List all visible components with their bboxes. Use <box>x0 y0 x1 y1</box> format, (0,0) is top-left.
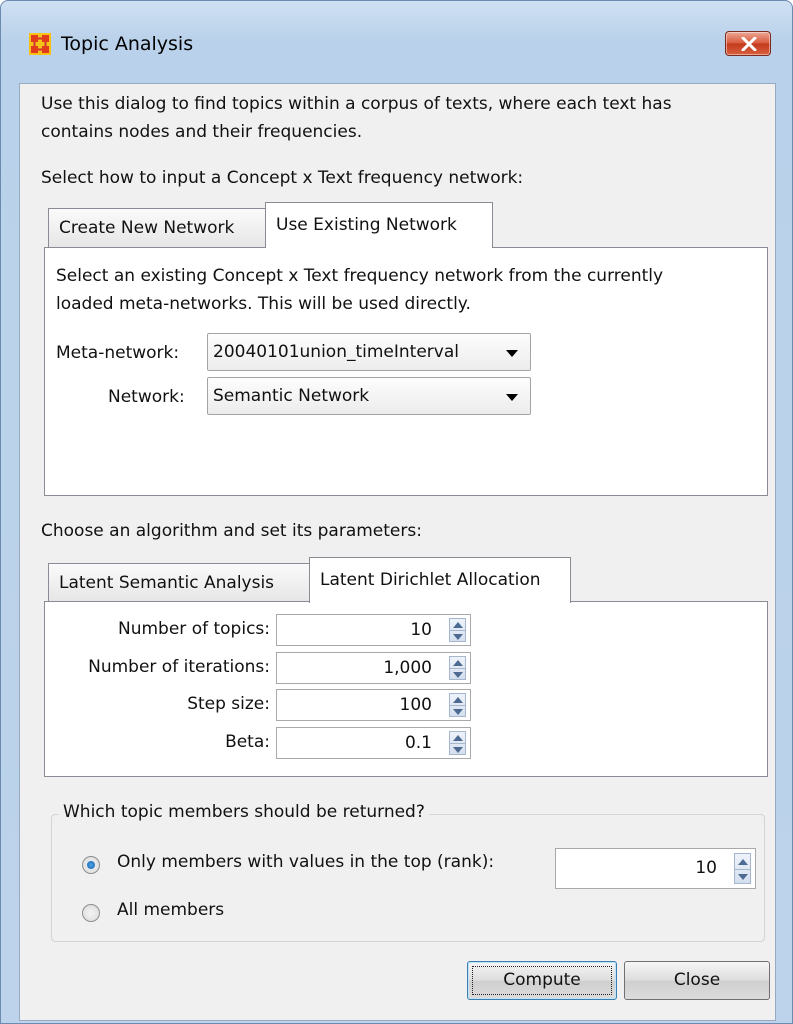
panel-description-line2: loaded meta-networks. This will be used … <box>56 294 471 314</box>
spinner-buttons[interactable] <box>734 853 751 884</box>
close-button[interactable]: Close <box>624 961 770 1000</box>
beta-spinner[interactable]: 0.1 <box>276 727 471 759</box>
number-of-iterations-spinner[interactable]: 1,000 <box>276 652 471 684</box>
chevron-down-icon <box>506 350 518 357</box>
param-label-number-of-topics: Number of topics: <box>118 619 270 639</box>
panel-description-line1: Select an existing Concept x Text freque… <box>56 266 664 286</box>
close-icon <box>741 37 757 51</box>
spinner-value: 10 <box>410 620 432 640</box>
arrow-up-icon <box>453 697 463 703</box>
network-dropdown[interactable]: Semantic Network <box>207 377 531 415</box>
radio-all-members[interactable] <box>82 904 100 922</box>
arrow-up-icon <box>453 660 463 666</box>
intro-text-line2: contains nodes and their frequencies. <box>41 122 363 142</box>
arrow-down-icon <box>453 672 463 678</box>
spinner-value: 10 <box>695 858 717 878</box>
lda-parameters-panel: Number of topics: 10 Number of iteration… <box>44 601 768 777</box>
tab-latent-semantic-analysis[interactable]: Latent Semantic Analysis <box>48 563 310 603</box>
tab-use-existing-network[interactable]: Use Existing Network <box>265 202 493 248</box>
focus-rectangle <box>472 966 612 995</box>
existing-network-panel: Select an existing Concept x Text freque… <box>44 247 768 496</box>
radio-label-only-top-members: Only members with values in the top (ran… <box>117 852 495 872</box>
dialog-window: Topic Analysis Use this dialog to find t… <box>0 0 793 1024</box>
tab-label: Use Existing Network <box>276 215 457 235</box>
chevron-down-icon <box>506 394 518 401</box>
intro-text-line1: Use this dialog to find topics within a … <box>41 94 672 114</box>
spinner-value: 0.1 <box>404 733 432 753</box>
tab-latent-dirichlet-allocation[interactable]: Latent Dirichlet Allocation <box>309 557 571 603</box>
tab-label: Latent Semantic Analysis <box>59 573 275 593</box>
window-close-button[interactable] <box>725 31 771 56</box>
top-rank-spinner[interactable]: 10 <box>555 848 756 889</box>
spinner-value: 100 <box>399 695 432 715</box>
topic-members-legend: Which topic members should be returned? <box>59 802 429 822</box>
arrow-down-icon <box>453 709 463 715</box>
meta-network-label: Meta-network: <box>56 343 180 363</box>
tab-label: Create New Network <box>59 218 235 238</box>
arrow-up-icon <box>453 735 463 741</box>
radio-label-all-members: All members <box>117 900 225 920</box>
meta-network-value: 20040101union_timeInterval <box>213 342 459 362</box>
step-size-spinner[interactable]: 100 <box>276 689 471 721</box>
arrow-down-icon <box>453 634 463 640</box>
spinner-buttons[interactable] <box>449 618 466 642</box>
param-label-step-size: Step size: <box>187 694 270 714</box>
network-label: Network: <box>108 387 185 407</box>
window-title: Topic Analysis <box>61 33 194 55</box>
network-value: Semantic Network <box>213 386 370 406</box>
spinner-buttons[interactable] <box>449 656 466 680</box>
spinner-buttons[interactable] <box>449 731 466 755</box>
arrow-up-icon <box>738 859 748 865</box>
topic-analysis-app-icon <box>29 33 51 55</box>
compute-button[interactable]: Compute <box>467 961 617 1000</box>
radio-only-top-members[interactable] <box>82 856 100 874</box>
algorithm-section-heading: Choose an algorithm and set its paramete… <box>41 521 422 541</box>
arrow-up-icon <box>453 622 463 628</box>
title-bar[interactable]: Topic Analysis <box>1 1 792 83</box>
tab-create-new-network[interactable]: Create New Network <box>48 208 266 248</box>
spinner-value: 1,000 <box>383 658 432 678</box>
param-label-beta: Beta: <box>225 732 270 752</box>
dialog-body: Use this dialog to find topics within a … <box>19 83 776 1021</box>
arrow-down-icon <box>453 747 463 753</box>
param-label-number-of-iterations: Number of iterations: <box>88 657 270 677</box>
spinner-buttons[interactable] <box>449 693 466 717</box>
close-button-label: Close <box>673 970 721 990</box>
arrow-down-icon <box>738 874 748 880</box>
meta-network-dropdown[interactable]: 20040101union_timeInterval <box>207 333 531 371</box>
input-section-heading: Select how to input a Concept x Text fre… <box>41 168 524 188</box>
number-of-topics-spinner[interactable]: 10 <box>276 614 471 646</box>
tab-label: Latent Dirichlet Allocation <box>320 570 541 590</box>
